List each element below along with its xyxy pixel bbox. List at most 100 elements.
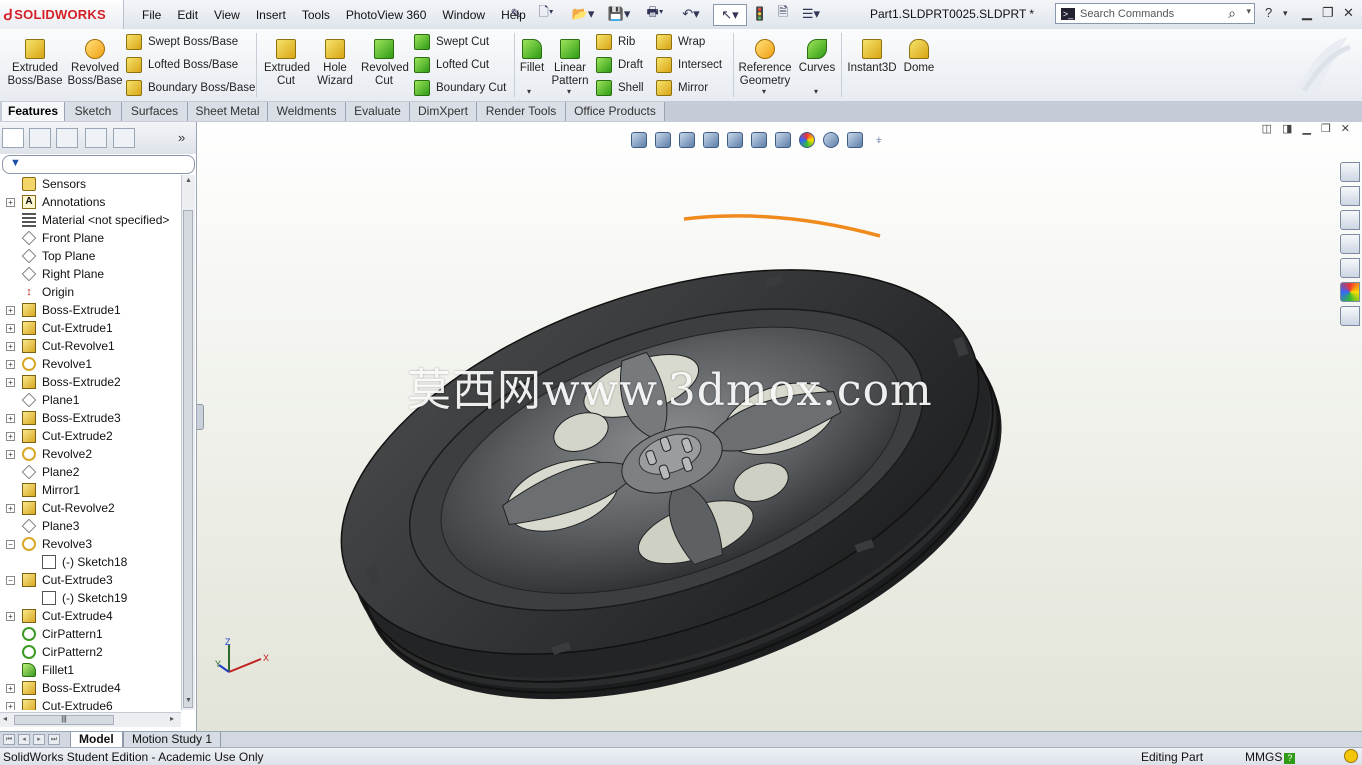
tree-item[interactable]: Sensors [0, 175, 181, 193]
tree-item[interactable]: + Cut-Extrude2 [0, 427, 181, 445]
dome-button[interactable]: Dome [900, 31, 938, 75]
scroll-thumb[interactable]: ||| [14, 715, 114, 725]
reference-geometry-button[interactable]: Reference Geometry [736, 31, 794, 88]
lofted-boss-button[interactable]: Lofted Boss/Base [126, 55, 238, 75]
save-icon[interactable]: 💾▾ [605, 4, 633, 24]
expand-icon[interactable]: + [6, 360, 15, 369]
reference-geometry-dropdown-icon[interactable]: ▾ [762, 87, 766, 96]
configuration-manager-tab-icon[interactable] [56, 128, 78, 148]
file-properties-icon[interactable]: 🗎 [773, 4, 793, 24]
expand-icon[interactable]: + [6, 432, 15, 441]
curves-button[interactable]: Curves [796, 31, 838, 75]
expand-icon[interactable]: + [6, 324, 15, 333]
close-icon[interactable]: ✕ [1343, 5, 1354, 21]
options-icon[interactable]: ☰▾ [796, 4, 826, 24]
first-tab-icon[interactable]: ⏮ [3, 734, 15, 745]
menu-insert[interactable]: Insert [248, 8, 294, 22]
tree-item[interactable]: Mirror1 [0, 481, 181, 499]
search-commands-field[interactable]: >_ Search Commands ⌕ ▾ [1055, 3, 1255, 24]
tree-item[interactable]: + Cut-Revolve2 [0, 499, 181, 517]
collapse-icon[interactable]: − [6, 540, 15, 549]
fillet-dropdown-icon[interactable]: ▾ [527, 87, 531, 96]
tree-item[interactable]: (-) Sketch18 [0, 553, 181, 571]
tab-sketch[interactable]: Sketch [65, 102, 122, 121]
rebuild-icon[interactable]: 🚦 [752, 4, 768, 24]
tree-item[interactable]: Material <not specified> [0, 211, 181, 229]
tree-vertical-scrollbar[interactable]: ▲ ▼ [181, 175, 195, 710]
extruded-boss-button[interactable]: Extruded Boss/Base [6, 31, 64, 88]
revolved-boss-button[interactable]: Revolved Boss/Base [66, 31, 124, 88]
tree-item[interactable]: CirPattern1 [0, 625, 181, 643]
mirror-button[interactable]: Mirror [656, 78, 708, 98]
tree-item[interactable]: CirPattern2 [0, 643, 181, 661]
expand-icon[interactable]: + [6, 306, 15, 315]
help-question-icon[interactable]: ? [1284, 753, 1296, 764]
tree-item[interactable]: + Revolve1 [0, 355, 181, 373]
undo-icon[interactable]: ↶▾ [677, 4, 705, 24]
rib-button[interactable]: Rib [596, 32, 635, 52]
menu-edit[interactable]: Edit [169, 8, 206, 22]
swept-boss-button[interactable]: Swept Boss/Base [126, 32, 238, 52]
tree-item[interactable]: Front Plane [0, 229, 181, 247]
expand-icon[interactable]: + [6, 198, 15, 207]
expand-icon[interactable]: + [6, 612, 15, 621]
lofted-cut-button[interactable]: Lofted Cut [414, 55, 489, 75]
tab-weldments[interactable]: Weldments [268, 102, 346, 121]
tree-item[interactable]: Plane3 [0, 517, 181, 535]
selected-edge[interactable] [683, 214, 881, 238]
tree-item[interactable]: + Boss-Extrude4 [0, 679, 181, 697]
open-folder-icon[interactable]: 📂▾ [569, 4, 597, 24]
scroll-left-icon[interactable]: ◂ [3, 714, 7, 723]
tree-filter[interactable]: ▼ [2, 155, 195, 174]
wrap-button[interactable]: Wrap [656, 32, 705, 52]
print-icon[interactable]: 🖶▾ [641, 4, 669, 24]
expand-icon[interactable]: + [6, 450, 15, 459]
tree-item[interactable]: + Boss-Extrude3 [0, 409, 181, 427]
menu-file[interactable]: File [134, 8, 169, 22]
expand-icon[interactable]: + [6, 702, 15, 710]
expand-icon[interactable]: + [6, 414, 15, 423]
menu-tools[interactable]: Tools [294, 8, 338, 22]
tab-render-tools[interactable]: Render Tools [477, 102, 566, 121]
tree-item[interactable]: + Cut-Revolve1 [0, 337, 181, 355]
tree-item[interactable]: + Cut-Extrude4 [0, 607, 181, 625]
tree-item[interactable]: (-) Sketch19 [0, 589, 181, 607]
tab-office-products[interactable]: Office Products [566, 102, 665, 121]
tree-item[interactable]: Right Plane [0, 265, 181, 283]
tree-item[interactable]: + Cut-Extrude6 [0, 697, 181, 710]
tab-evaluate[interactable]: Evaluate [346, 102, 410, 121]
tab-motion-study[interactable]: Motion Study 1 [123, 732, 222, 748]
menu-view[interactable]: View [206, 8, 248, 22]
previous-tab-icon[interactable]: ◂ [18, 734, 30, 745]
tree-item[interactable]: Plane2 [0, 463, 181, 481]
restore-icon[interactable]: ❐ [1322, 5, 1334, 21]
dimxpert-manager-tab-icon[interactable] [85, 128, 107, 148]
collapse-icon[interactable]: − [6, 576, 15, 585]
scroll-thumb[interactable] [183, 210, 193, 708]
scroll-down-icon[interactable]: ▼ [185, 697, 192, 704]
instant3d-button[interactable]: Instant3D [844, 31, 900, 75]
tree-item[interactable]: Fillet1 [0, 661, 181, 679]
scroll-up-icon[interactable]: ▲ [185, 177, 192, 184]
next-tab-icon[interactable]: ▸ [33, 734, 45, 745]
feature-manager-tab-icon[interactable] [2, 128, 24, 148]
minimize-icon[interactable]: ▁ [1302, 5, 1312, 21]
last-tab-icon[interactable]: ⏭ [48, 734, 60, 745]
shell-button[interactable]: Shell [596, 78, 644, 98]
tree-item[interactable]: − Cut-Extrude3 [0, 571, 181, 589]
boundary-boss-button[interactable]: Boundary Boss/Base [126, 78, 255, 98]
select-arrow-icon[interactable]: ↖▾ [713, 4, 747, 26]
linear-pattern-dropdown-icon[interactable]: ▾ [567, 87, 571, 96]
expand-icon[interactable]: + [6, 504, 15, 513]
wheel-model[interactable] [197, 122, 1362, 731]
solidworks-logo[interactable]: Ꮷ SOLIDWORKS [0, 0, 124, 29]
tree-item[interactable]: + Cut-Extrude1 [0, 319, 181, 337]
expand-icon[interactable]: + [6, 342, 15, 351]
tree-item[interactable]: ↕ Origin [0, 283, 181, 301]
tree-item[interactable]: Plane1 [0, 391, 181, 409]
fillet-button[interactable]: Fillet [516, 31, 548, 75]
tree-item[interactable]: − Revolve3 [0, 535, 181, 553]
intersect-button[interactable]: Intersect [656, 55, 722, 75]
tree-item[interactable]: + A Annotations [0, 193, 181, 211]
curves-dropdown-icon[interactable]: ▾ [814, 87, 818, 96]
